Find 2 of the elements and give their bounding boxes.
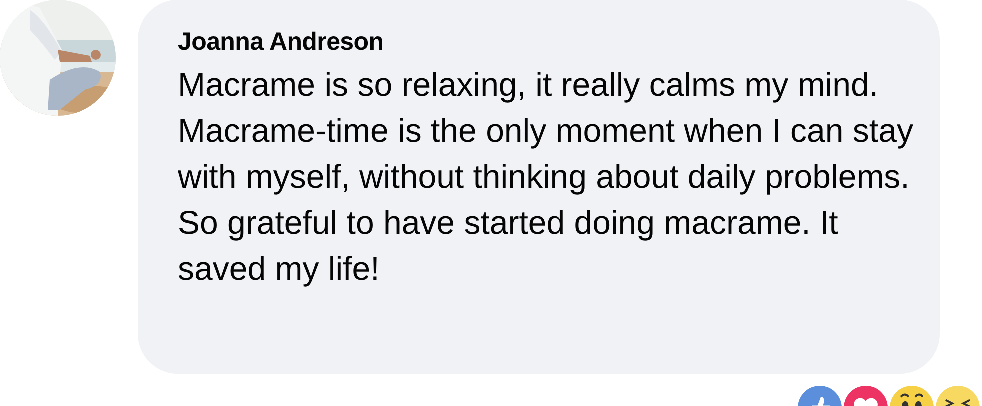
comment-text: Macrame is so relaxing, it really calms my mind. Macrame-time is the only moment when I can stay with myself, without thinking about daily problems. So grateful to have started doing macrame. It saved my life! [178,65,914,289]
author-name[interactable]: Joanna Andreson [178,24,910,60]
